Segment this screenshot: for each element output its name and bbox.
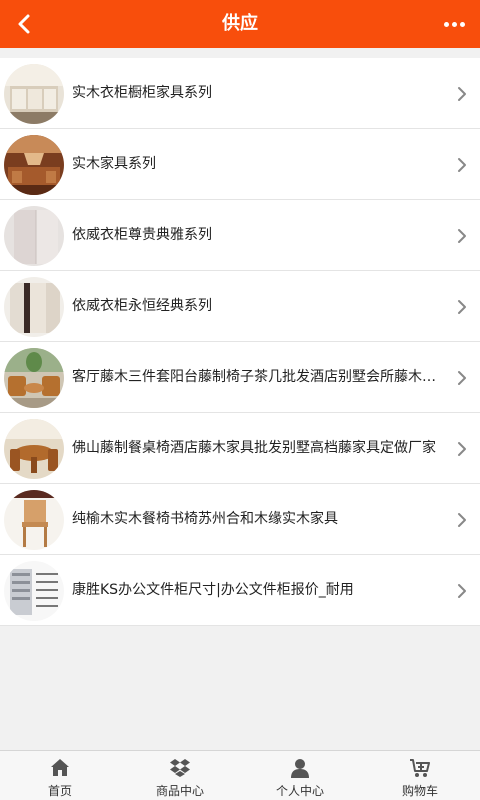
tab-home[interactable]: 首页	[0, 751, 120, 800]
page-title: 供应	[222, 13, 258, 34]
product-thumbnail	[4, 206, 64, 266]
item-label: 佛山藤制餐桌椅酒店藤木家具批发别墅高档藤家具定做厂家	[72, 440, 436, 456]
product-thumbnail	[4, 135, 64, 195]
supply-list: 实木衣柜橱柜家具系列 实木家具系列 依威衣柜尊贵典雅系列 依威衣柜永恒经典系列 …	[0, 58, 480, 626]
chevron-right-icon	[458, 513, 466, 527]
list-item[interactable]: 实木衣柜橱柜家具系列	[0, 58, 480, 129]
bottom-tab-bar: 首页 商品中心 个人中心 购物车	[0, 750, 480, 800]
product-thumbnail	[4, 348, 64, 408]
tab-label: 商品中心	[155, 784, 204, 798]
list-item[interactable]: 纯榆木实木餐椅书椅苏州合和木缘实木家具	[0, 484, 480, 555]
chevron-right-icon	[458, 442, 466, 456]
chevron-right-icon	[458, 300, 466, 314]
chevron-left-icon	[18, 14, 30, 34]
user-icon	[291, 759, 309, 778]
product-thumbnail	[4, 490, 64, 550]
item-label: 实木家具系列	[72, 156, 156, 172]
item-label: 康胜KS办公文件柜尺寸|办公文件柜报价_耐用	[72, 582, 354, 598]
tab-profile[interactable]: 个人中心	[240, 751, 360, 800]
item-label: 客厅藤木三件套阳台藤制椅子茶几批发酒店别墅会所藤木家具	[72, 369, 440, 385]
product-thumbnail	[4, 561, 64, 621]
item-label: 依威衣柜尊贵典雅系列	[72, 227, 212, 243]
list-item[interactable]: 康胜KS办公文件柜尺寸|办公文件柜报价_耐用	[0, 555, 480, 626]
list-item[interactable]: 实木家具系列	[0, 129, 480, 200]
more-dots-icon	[459, 21, 465, 27]
home-icon	[51, 759, 69, 776]
chevron-right-icon	[458, 371, 466, 385]
item-label: 依威衣柜永恒经典系列	[72, 298, 212, 314]
item-label: 实木衣柜橱柜家具系列	[72, 85, 212, 101]
item-label: 纯榆木实木餐椅书椅苏州合和木缘实木家具	[72, 511, 338, 527]
list-item[interactable]: 依威衣柜尊贵典雅系列	[0, 200, 480, 271]
dropbox-icon	[170, 759, 190, 777]
product-thumbnail	[4, 277, 64, 337]
tab-products[interactable]: 商品中心	[120, 751, 240, 800]
list-item[interactable]: 佛山藤制餐桌椅酒店藤木家具批发别墅高档藤家具定做厂家	[0, 413, 480, 484]
cart-icon	[410, 759, 430, 777]
list-item[interactable]: 依威衣柜永恒经典系列	[0, 271, 480, 342]
tab-label: 首页	[47, 784, 72, 798]
tab-label: 个人中心	[275, 784, 324, 798]
more-dots-icon	[451, 21, 457, 27]
tab-label: 购物车	[401, 784, 438, 798]
more-button[interactable]	[428, 0, 480, 48]
more-dots-icon	[443, 21, 449, 27]
chevron-right-icon	[458, 87, 466, 101]
list-item[interactable]: 客厅藤木三件套阳台藤制椅子茶几批发酒店别墅会所藤木家具	[0, 342, 480, 413]
product-thumbnail	[4, 419, 64, 479]
tab-cart[interactable]: 购物车	[360, 751, 480, 800]
chevron-right-icon	[458, 229, 466, 243]
product-thumbnail	[4, 64, 64, 124]
chevron-right-icon	[458, 584, 466, 598]
top-bar: 供应	[0, 0, 480, 48]
chevron-right-icon	[458, 158, 466, 172]
back-button[interactable]	[0, 0, 48, 48]
